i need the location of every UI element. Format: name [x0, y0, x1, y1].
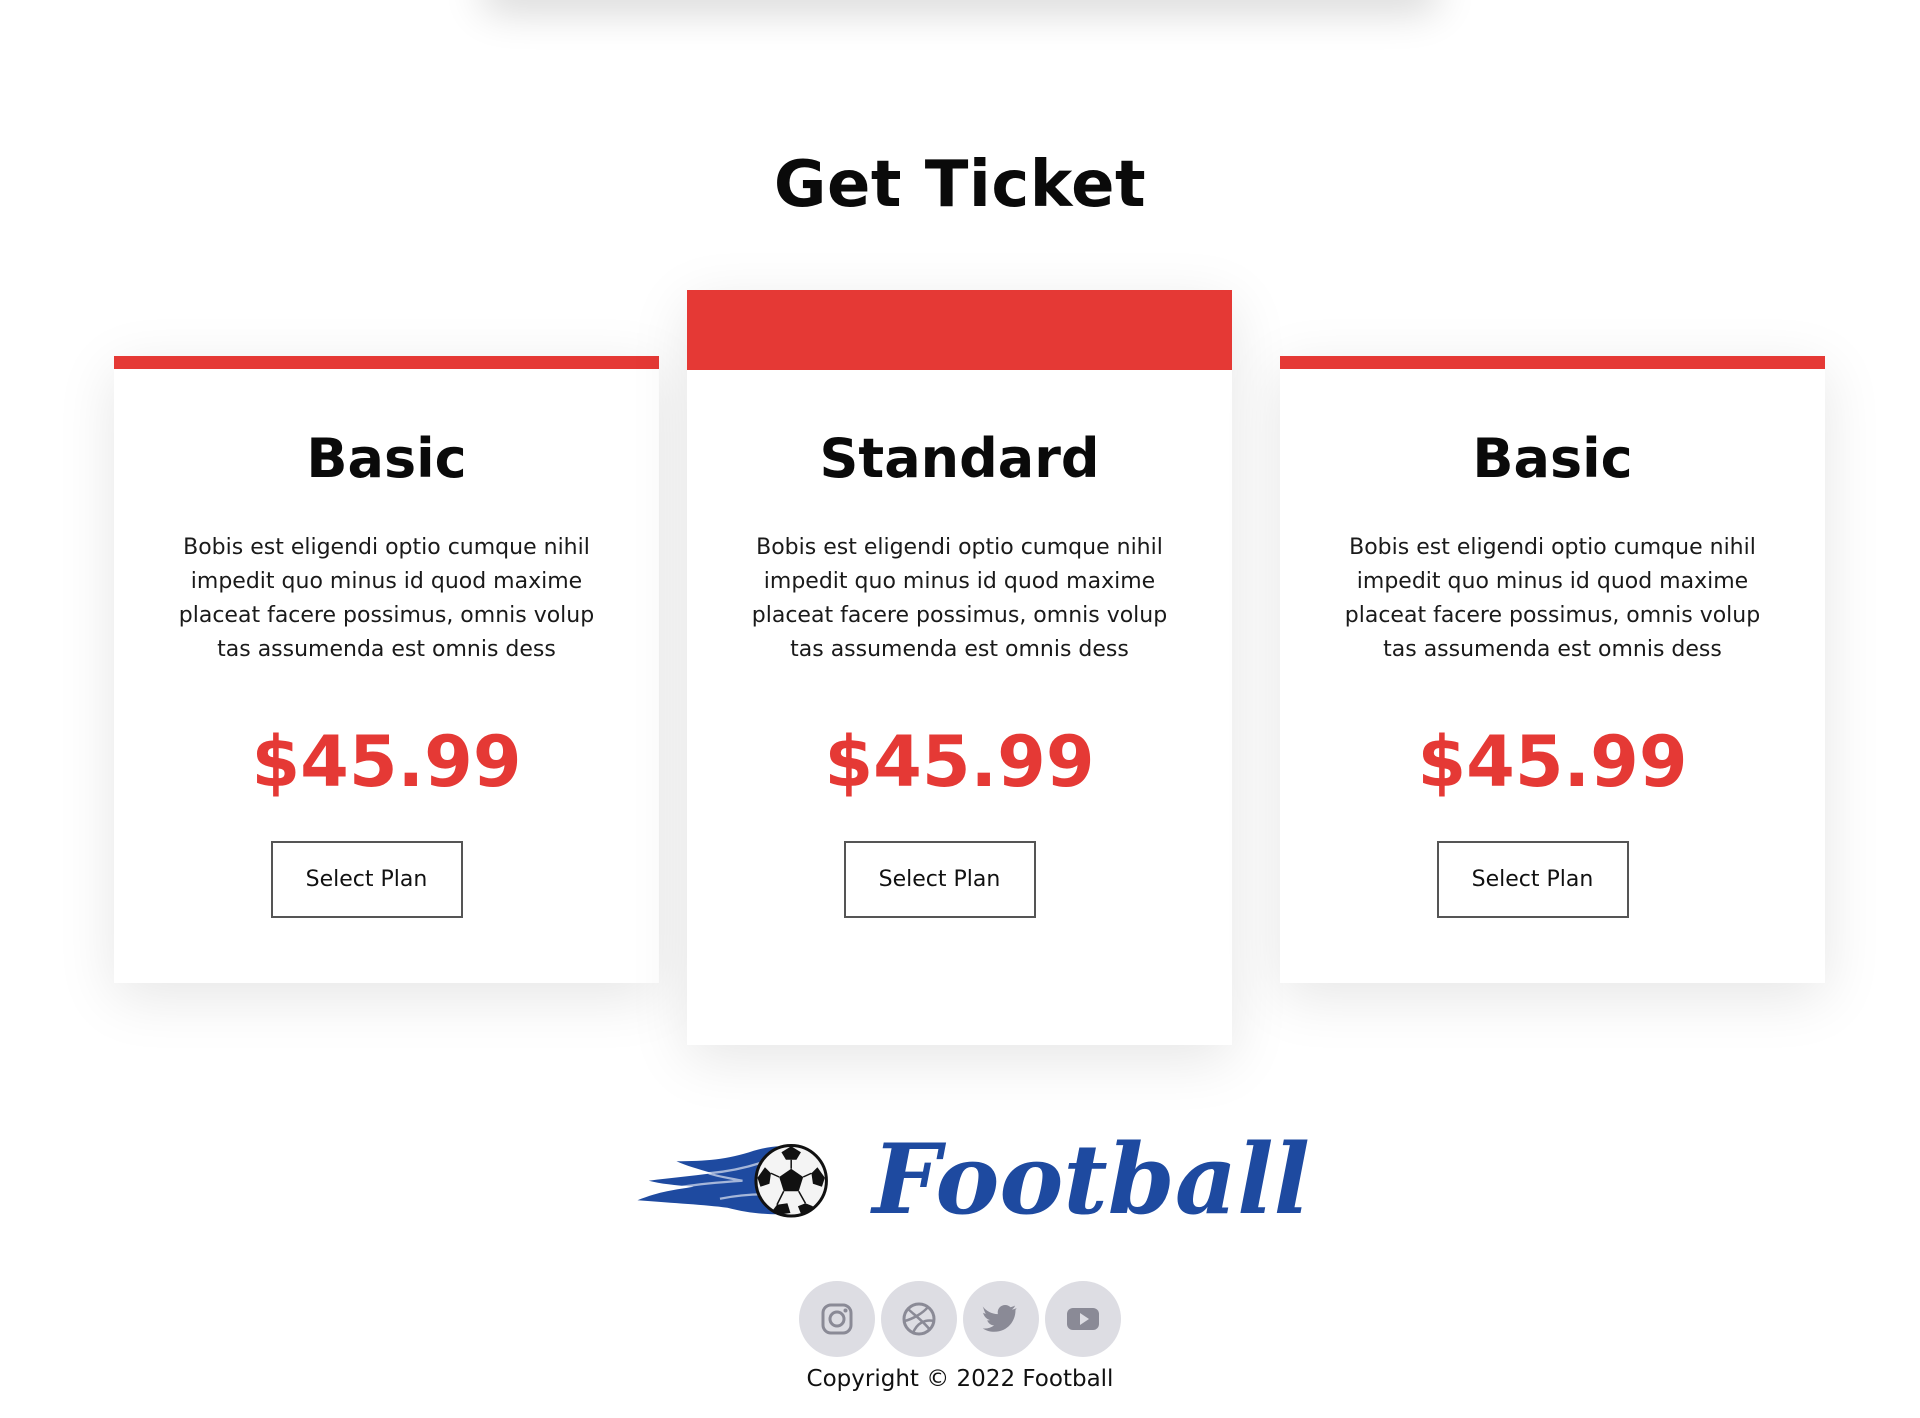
select-plan-button[interactable]: Select Plan [843, 841, 1036, 918]
select-plan-button[interactable]: Select Plan [1436, 841, 1629, 918]
plan-title: Basic [306, 427, 467, 490]
card-accent-bar [1280, 356, 1825, 369]
select-plan-button[interactable]: Select Plan [270, 841, 463, 918]
plan-card-basic-right: Basic Bobis est eligendi optio cumque ni… [1280, 356, 1825, 983]
plan-price: $45.99 [1417, 721, 1688, 803]
plan-title: Basic [1472, 427, 1633, 490]
plan-description: Bobis est eligendi optio cumque nihil im… [178, 535, 595, 662]
logo-text: Football [872, 1123, 1310, 1236]
plan-price: $45.99 [824, 721, 1095, 803]
section-title: Get Ticket [773, 148, 1147, 222]
flaming-ball-icon [637, 1144, 828, 1218]
twitter-icon [982, 1304, 1017, 1332]
dribbble-icon [902, 1302, 936, 1336]
plan-description: Bobis est eligendi optio cumque nihil im… [1344, 535, 1761, 662]
plan-price: $45.99 [251, 721, 522, 803]
instagram-button[interactable] [799, 1281, 875, 1357]
dribbble-button[interactable] [881, 1281, 957, 1357]
card-accent-bar [687, 290, 1232, 370]
instagram-icon [821, 1303, 853, 1335]
plan-card-basic-left: Basic Bobis est eligendi optio cumque ni… [114, 356, 659, 983]
twitter-button[interactable] [963, 1281, 1039, 1357]
youtube-button[interactable] [1045, 1281, 1121, 1357]
plan-title: Standard [819, 427, 1100, 490]
copyright-text: Copyright © 2022 Football [806, 1366, 1114, 1392]
social-links [0, 1281, 1920, 1357]
plan-description: Bobis est eligendi optio cumque nihil im… [751, 535, 1168, 662]
plan-card-standard: Standard Bobis est eligendi optio cumque… [687, 290, 1232, 1045]
football-logo[interactable]: Football [630, 1120, 1310, 1240]
youtube-icon [1067, 1308, 1099, 1330]
card-accent-bar [114, 356, 659, 369]
